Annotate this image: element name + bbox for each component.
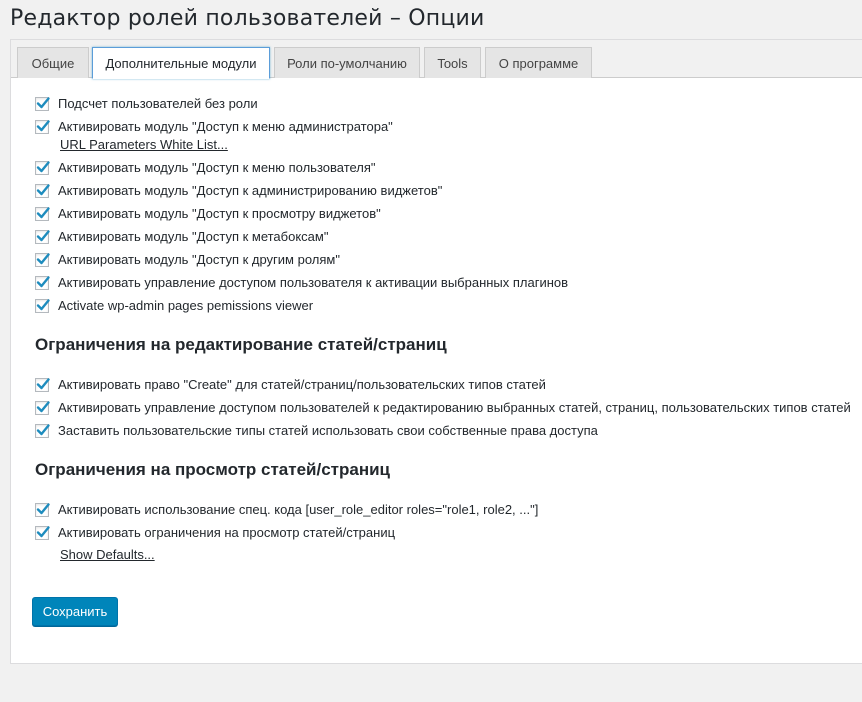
option-label: Активировать модуль "Доступ к другим рол… xyxy=(58,252,340,267)
edit-restrictions-heading: Ограничения на редактирование статей/стр… xyxy=(35,335,447,354)
option-plugins-activation-access[interactable]: Активировать управление доступом пользов… xyxy=(35,275,568,290)
option-posts-edit-access[interactable]: Активировать управление доступом пользов… xyxy=(35,400,851,415)
option-label: Активировать модуль "Доступ к меню админ… xyxy=(58,119,393,134)
checkmark-icon xyxy=(36,400,50,412)
checkbox[interactable] xyxy=(35,298,50,313)
checkbox[interactable] xyxy=(35,206,50,221)
option-label: Activate wp-admin pages pemissions viewe… xyxy=(58,298,314,313)
checkbox[interactable] xyxy=(35,96,50,111)
option-other-roles-access[interactable]: Активировать модуль "Доступ к другим рол… xyxy=(35,252,340,267)
option-widgets-admin-access[interactable]: Активировать модуль "Доступ к администри… xyxy=(35,183,442,198)
option-metaboxes-access[interactable]: Активировать модуль "Доступ к метабоксам… xyxy=(35,229,328,244)
checkmark-icon xyxy=(36,423,50,435)
option-label: Активировать использование спец. кода [u… xyxy=(58,502,539,517)
checkmark-icon xyxy=(36,252,50,264)
checkmark-icon xyxy=(36,377,50,389)
option-label: Подсчет пользователей без роли xyxy=(58,96,258,111)
checkbox[interactable] xyxy=(35,252,50,267)
checkmark-icon xyxy=(36,298,50,310)
tab-general[interactable]: Общие xyxy=(17,47,89,78)
option-user-menu-access[interactable]: Активировать модуль "Доступ к меню польз… xyxy=(35,160,376,175)
option-wp-admin-pages-viewer[interactable]: Activate wp-admin pages pemissions viewe… xyxy=(35,298,313,313)
option-label: Активировать модуль "Доступ к просмотру … xyxy=(58,206,381,221)
option-content-view-restrictions[interactable]: Активировать ограничения на просмотр ста… xyxy=(35,525,395,540)
tab-bar: Общие Дополнительные модули Роли по-умол… xyxy=(11,40,862,79)
checkbox[interactable] xyxy=(35,400,50,415)
option-label: Заставить пользовательские типы статей и… xyxy=(58,423,598,438)
save-button[interactable]: Сохранить xyxy=(32,597,118,626)
option-label: Активировать модуль "Доступ к метабоксам… xyxy=(58,229,329,244)
checkbox[interactable] xyxy=(35,275,50,290)
tab-tools[interactable]: Tools xyxy=(424,47,481,78)
checkmark-icon xyxy=(36,96,50,108)
show-defaults-link[interactable]: Show Defaults... xyxy=(60,547,155,562)
checkmark-icon xyxy=(36,525,50,537)
checkmark-icon xyxy=(36,183,50,195)
page-title: Редактор ролей пользователей – Опции xyxy=(10,6,485,31)
tab-additional-modules[interactable]: Дополнительные модули xyxy=(92,47,270,79)
checkmark-icon xyxy=(36,206,50,218)
option-count-users-without-role[interactable]: Подсчет пользователей без роли xyxy=(35,96,258,111)
option-create-capability[interactable]: Активировать право "Create" для статей/с… xyxy=(35,377,546,392)
checkbox[interactable] xyxy=(35,160,50,175)
checkmark-icon xyxy=(36,229,50,241)
url-parameters-white-list-link[interactable]: URL Parameters White List... xyxy=(60,137,228,152)
checkmark-icon xyxy=(36,502,50,514)
checkbox[interactable] xyxy=(35,229,50,244)
checkbox[interactable] xyxy=(35,502,50,517)
checkbox[interactable] xyxy=(35,423,50,438)
checkbox[interactable] xyxy=(35,119,50,134)
option-label: Активировать управление доступом пользов… xyxy=(58,275,569,290)
option-shortcode[interactable]: Активировать использование спец. кода [u… xyxy=(35,502,538,517)
view-restrictions-heading: Ограничения на просмотр статей/страниц xyxy=(35,460,390,479)
checkbox[interactable] xyxy=(35,183,50,198)
checkbox[interactable] xyxy=(35,377,50,392)
checkmark-icon xyxy=(36,160,50,172)
checkbox[interactable] xyxy=(35,525,50,540)
option-force-custom-post-caps[interactable]: Заставить пользовательские типы статей и… xyxy=(35,423,598,438)
option-label: Активировать модуль "Доступ к администри… xyxy=(58,183,443,198)
tab-default-roles[interactable]: Роли по-умолчанию xyxy=(274,47,420,78)
checkmark-icon xyxy=(36,119,50,131)
option-label: Активировать право "Create" для статей/с… xyxy=(58,377,546,392)
option-label: Активировать ограничения на просмотр ста… xyxy=(58,525,396,540)
option-admin-menu-access[interactable]: Активировать модуль "Доступ к меню админ… xyxy=(35,119,393,134)
option-widgets-view-access[interactable]: Активировать модуль "Доступ к просмотру … xyxy=(35,206,381,221)
options-panel: Общие Дополнительные модули Роли по-умол… xyxy=(10,39,862,664)
checkmark-icon xyxy=(36,275,50,287)
tab-about[interactable]: О программе xyxy=(485,47,592,78)
option-label: Активировать управление доступом пользов… xyxy=(58,400,851,415)
option-label: Активировать модуль "Доступ к меню польз… xyxy=(58,160,376,175)
